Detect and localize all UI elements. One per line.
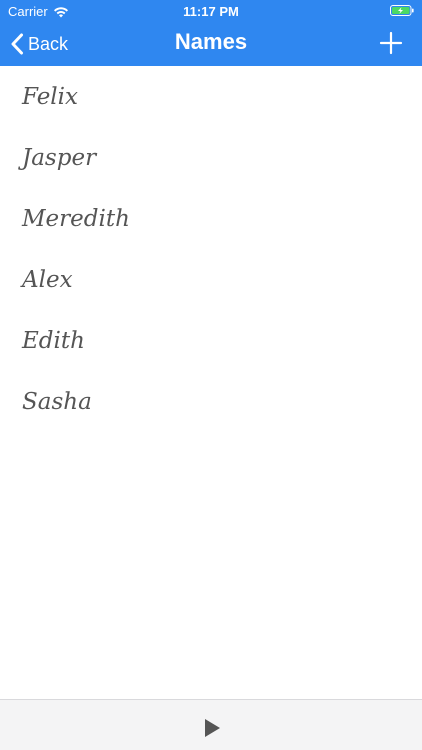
- battery-charging-icon: [390, 5, 414, 16]
- header: Carrier 11:17 PM Back Names: [0, 0, 422, 66]
- list-item[interactable]: Edith: [0, 310, 422, 371]
- back-button[interactable]: Back: [10, 30, 68, 58]
- navigation-bar: Back Names: [0, 22, 422, 66]
- list-item[interactable]: Alex: [0, 249, 422, 310]
- plus-icon[interactable]: [378, 30, 404, 56]
- list-item[interactable]: Felix: [0, 66, 422, 127]
- bottom-toolbar: [0, 699, 422, 750]
- names-list: Felix Jasper Meredith Alex Edith Sasha: [0, 66, 422, 432]
- play-icon[interactable]: [202, 717, 222, 739]
- list-item[interactable]: Sasha: [0, 371, 422, 432]
- status-bar: Carrier 11:17 PM: [0, 0, 422, 22]
- list-item[interactable]: Meredith: [0, 188, 422, 249]
- list-item[interactable]: Jasper: [0, 127, 422, 188]
- chevron-left-icon: [11, 33, 23, 55]
- status-time: 11:17 PM: [183, 4, 239, 19]
- back-button-label: Back: [28, 33, 69, 54]
